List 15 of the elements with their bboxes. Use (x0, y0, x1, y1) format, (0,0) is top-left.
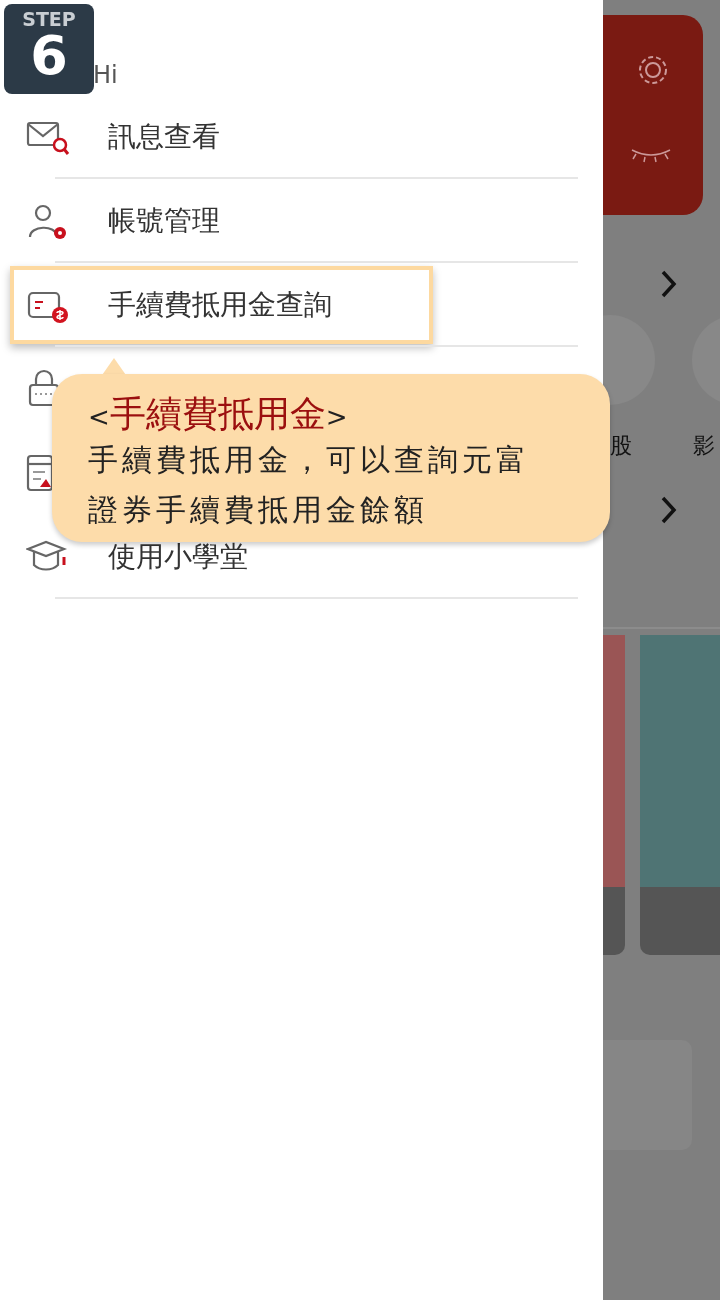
tooltip-title: <手續費抵用金> (88, 392, 349, 436)
shortcut-label: 影 (693, 432, 715, 460)
settings-icon[interactable] (639, 56, 667, 84)
tooltip-text: 手續費抵用金，可以查詢元富證券手續費抵用金餘額 (88, 441, 531, 530)
greeting-text: Hi (92, 60, 119, 91)
chevron-icon[interactable] (661, 270, 677, 298)
closed-eye-icon[interactable] (631, 149, 671, 163)
shortcut-label: 股 (610, 432, 632, 460)
menu-item[interactable]: 帳號管理 (10, 182, 224, 260)
chevron-icon[interactable] (661, 496, 677, 524)
menu-item[interactable]: 訊息查看 (10, 98, 224, 176)
menu-item[interactable]: 手續費抵用金查詢 (10, 266, 433, 344)
document-icon (26, 453, 54, 493)
step-number: 6 (30, 29, 68, 83)
step-label: STEP (21, 7, 77, 29)
